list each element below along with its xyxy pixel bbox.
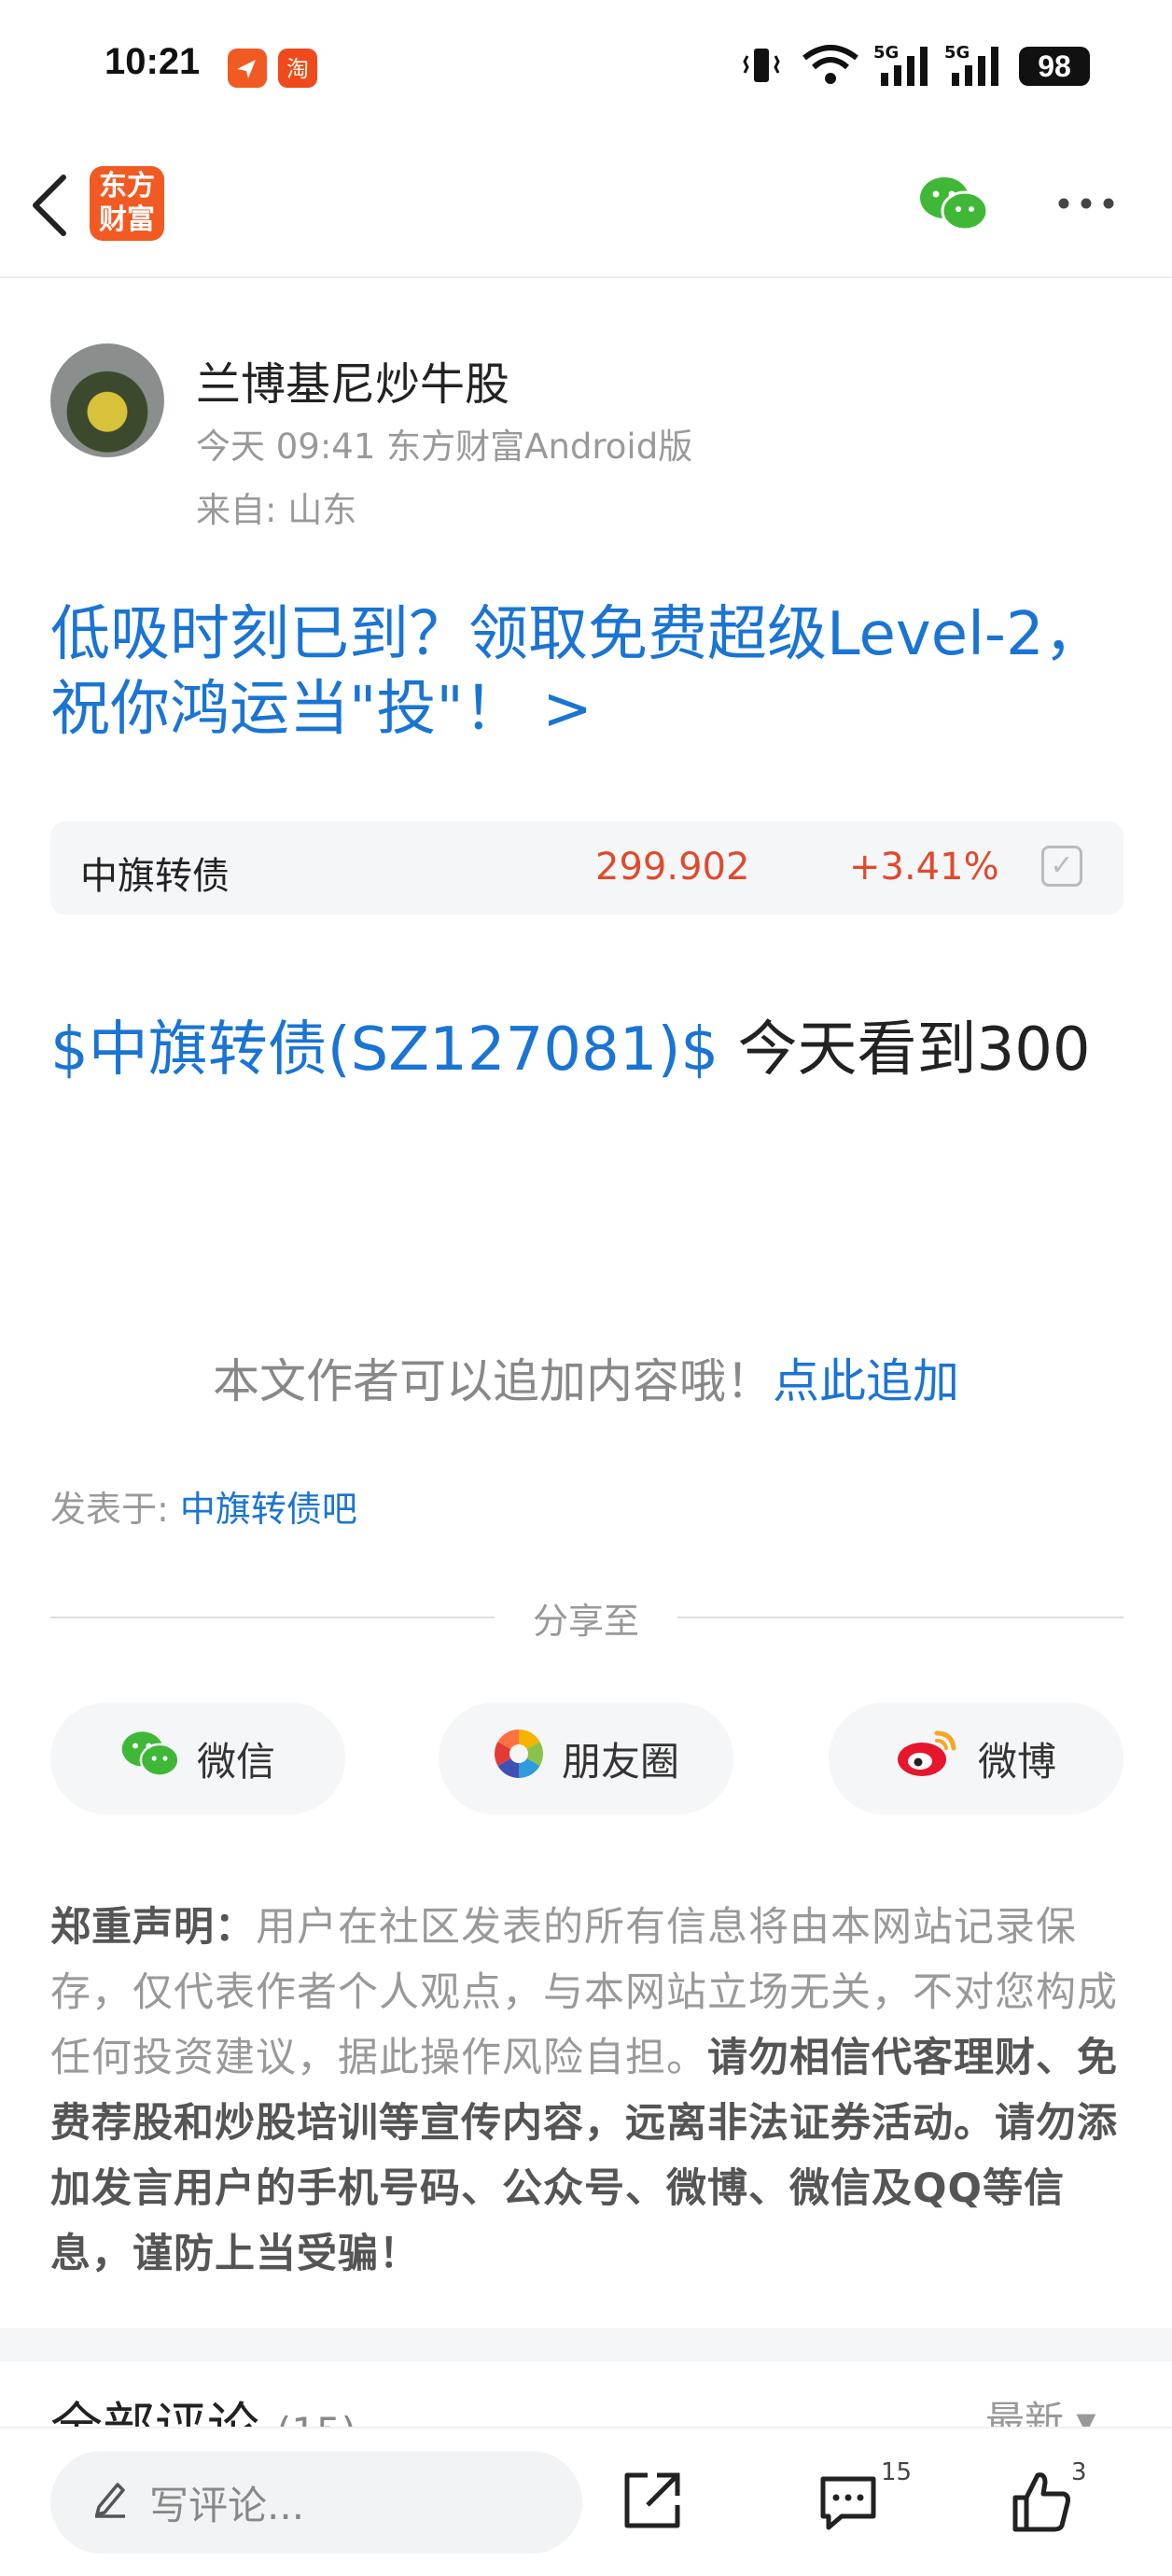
post-meta: 今天 09:41 东方财富Android版	[196, 427, 693, 467]
post-location: 来自: 山东	[196, 490, 357, 530]
more-menu-icon[interactable]	[1056, 194, 1116, 217]
like-count-badge: 3	[1071, 2458, 1087, 2486]
pencil-icon	[91, 2477, 129, 2527]
bottom-divider	[0, 2427, 1172, 2429]
signal-5g-icon-2: 5G	[942, 41, 1004, 93]
post-content: $中旗转债(SZ127081)$ 今天看到300	[50, 993, 1123, 1107]
signal-5g-icon-1: 5G	[872, 41, 933, 93]
svg-text:5G: 5G	[873, 43, 899, 63]
share-weibo-button[interactable]: 微博	[829, 1702, 1123, 1814]
author-name[interactable]: 兰博基尼炒牛股	[196, 347, 509, 413]
stock-name: 中旗转债	[80, 855, 230, 898]
svg-text:淘: 淘	[286, 56, 309, 82]
append-prompt: 本文作者可以追加内容哦！	[213, 1354, 773, 1408]
comment-icon[interactable]	[816, 2468, 885, 2541]
forum-link[interactable]: 中旗转债吧	[180, 1489, 357, 1530]
wechat-share-icon[interactable]	[918, 174, 989, 237]
eastmoney-logo[interactable]: 东方 财富	[90, 166, 164, 241]
section-separator	[0, 2328, 1172, 2361]
logo-text-2: 财富	[99, 203, 155, 236]
share-title: 分享至	[532, 1601, 639, 1642]
share-moments-label: 朋友圈	[561, 1738, 679, 1785]
moments-icon	[493, 1728, 545, 1789]
posted-in-label: 发表于:	[50, 1489, 180, 1530]
taobao-app-icon: 淘	[278, 49, 317, 88]
svg-text:5G: 5G	[944, 43, 970, 63]
share-out-icon[interactable]	[620, 2468, 685, 2537]
weibo-icon	[896, 1728, 961, 1789]
like-icon[interactable]	[1008, 2468, 1077, 2541]
append-link[interactable]: 点此追加	[773, 1354, 959, 1408]
back-button[interactable]	[22, 170, 75, 245]
append-content-row: 本文作者可以追加内容哦！点此追加	[0, 1344, 1172, 1411]
share-weibo-label: 微博	[977, 1738, 1056, 1785]
share-moments-button[interactable]: 朋友圈	[439, 1702, 733, 1814]
stock-tag-link[interactable]: $中旗转债(SZ127081)$	[50, 1015, 719, 1085]
comment-placeholder: 写评论...	[149, 2482, 305, 2528]
notification-app-icon	[228, 49, 267, 88]
stock-change: +3.41%	[849, 846, 999, 889]
vibrate-icon	[743, 43, 780, 91]
stock-price: 299.902	[595, 846, 750, 889]
avatar[interactable]	[50, 343, 164, 457]
status-time: 10:21	[105, 41, 201, 82]
header-divider	[0, 276, 1172, 278]
comment-input[interactable]: 写评论...	[50, 2451, 582, 2554]
disclaimer-label: 郑重声明：	[50, 1904, 256, 1951]
comment-count-badge: 15	[881, 2458, 913, 2486]
wechat-icon	[120, 1729, 180, 1788]
share-wechat-button[interactable]: 微信	[50, 1702, 345, 1814]
posted-in: 发表于: 中旗转债吧	[50, 1480, 357, 1532]
add-watchlist-checkbox[interactable]: ✓	[1041, 846, 1082, 887]
promo-link[interactable]: 低吸时刻已到？领取免费超级Level-2，祝你鸿运当"投"！ >	[50, 597, 1123, 747]
share-wechat-label: 微信	[196, 1738, 275, 1785]
logo-text-1: 东方	[99, 170, 155, 203]
disclaimer: 郑重声明：用户在社区发表的所有信息将由本网站记录保存，仅代表作者个人观点，与本网…	[50, 1895, 1123, 2287]
wifi-icon	[801, 45, 860, 90]
post-text: 今天看到300	[719, 1015, 1091, 1085]
battery-indicator: 98	[1019, 47, 1090, 86]
